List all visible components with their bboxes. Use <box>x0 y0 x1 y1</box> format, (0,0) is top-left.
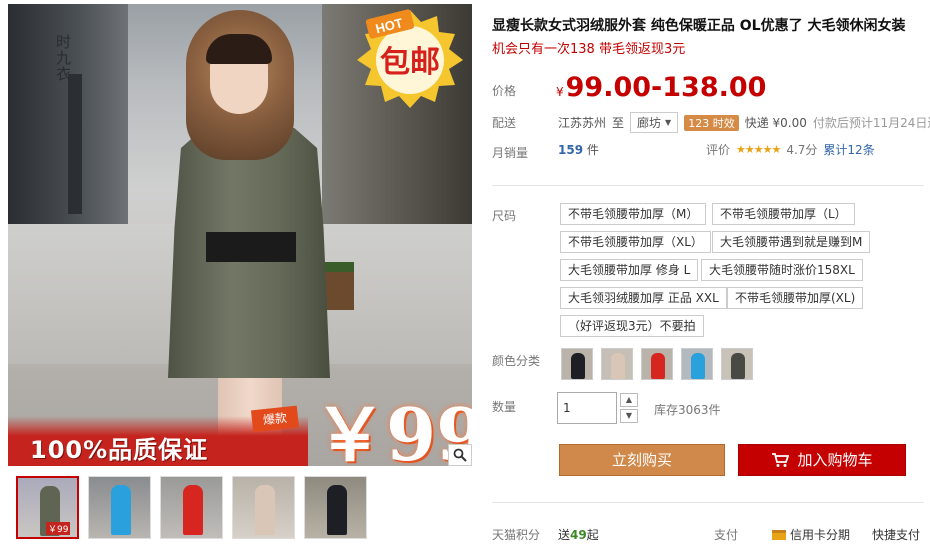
size-option[interactable]: 不带毛领腰带加厚（XL） <box>560 231 711 253</box>
price-range: ¥99.00-138.00 <box>556 72 767 103</box>
star-rating-icon: ★★★★★ <box>736 143 781 156</box>
product-title: 显瘦长款女式羽绒服外套 纯色保暖正品 OL优惠了 大毛领休闲女装 <box>492 18 906 34</box>
buy-now-button[interactable]: 立刻购买 <box>559 444 725 476</box>
price-value: 99.00-138.00 <box>565 72 767 103</box>
rating-summary: 评价 ★★★★★ 4.7分 累计12条 <box>706 141 875 158</box>
divider <box>492 185 924 186</box>
delivery-time-badge: 123 时效 <box>684 114 739 131</box>
size-option[interactable]: 不带毛领腰带加厚（M） <box>560 203 707 225</box>
stock-count: 库存3063件 <box>654 403 721 417</box>
zoom-button[interactable] <box>448 444 472 466</box>
monthly-sales-label: 月销量 <box>492 146 529 160</box>
quantity-increase-button[interactable]: ▲ <box>620 393 638 407</box>
ship-from: 江苏苏州 <box>558 116 607 130</box>
credit-installment[interactable]: 信用卡分期 <box>772 526 850 543</box>
background-pillar <box>68 74 82 214</box>
quantity-decrease-button[interactable]: ▼ <box>620 409 638 423</box>
main-product-image[interactable]: 时九衣 HOT 包邮 100%品质保证 爆款 ￥99 <box>8 4 472 466</box>
tmall-points: 送49起 <box>558 528 599 542</box>
belt <box>206 232 296 262</box>
color-swatch-red[interactable] <box>641 348 673 380</box>
thumbnail-price: ￥99 <box>46 522 71 535</box>
color-swatch-beige[interactable] <box>601 348 633 380</box>
tmall-points-label: 天猫积分 <box>492 528 541 542</box>
thumbnail-5[interactable] <box>304 476 367 539</box>
color-label: 颜色分类 <box>492 354 541 368</box>
size-option[interactable]: （好评返现3元）不要拍 <box>560 315 704 337</box>
product-promo-subtitle: 机会只有一次138 带毛领返现3元 <box>492 42 686 57</box>
delivery-eta: 付款后预计11月24日送达 <box>812 116 930 130</box>
credit-card-icon <box>772 529 786 540</box>
destination-select[interactable]: 廊坊 ▼ <box>630 112 679 133</box>
hot-free-shipping-badge: HOT 包邮 <box>357 9 463 108</box>
shipping-info: 江苏苏州 至 廊坊▼ 123 时效 快递 ¥0.00 付款后预计11月24日送达 <box>558 112 930 133</box>
quality-guarantee-text: 100%品质保证 <box>30 436 209 464</box>
size-option[interactable]: 大毛领腰带加厚 修身 L <box>560 259 699 281</box>
size-option[interactable]: 不带毛领腰带加厚(XL) <box>727 287 864 309</box>
payment-label: 支付 <box>714 528 739 542</box>
cart-icon <box>772 453 790 467</box>
thumbnail-1[interactable]: ￥99 <box>16 476 79 539</box>
monthly-sales: 159 件 <box>558 143 599 157</box>
size-label: 尺码 <box>492 209 517 223</box>
free-shipping-label: 包邮 <box>380 45 440 80</box>
thumbnail-strip: ￥99 <box>16 476 367 539</box>
color-swatch-army-green[interactable] <box>721 348 753 380</box>
rating-score: 4.7分 <box>786 143 818 157</box>
add-to-cart-button[interactable]: 加入购物车 <box>738 444 906 476</box>
size-option[interactable]: 不带毛领腰带加厚（L） <box>712 203 855 225</box>
color-swatch-blue[interactable] <box>681 348 713 380</box>
color-swatch-black[interactable] <box>561 348 593 380</box>
thumbnail-4[interactable] <box>232 476 295 539</box>
thumbnail-3[interactable] <box>160 476 223 539</box>
size-option[interactable]: 大毛领羽绒腰加厚 正品 XXL <box>560 287 727 309</box>
quantity-input[interactable]: 1 <box>557 392 617 424</box>
size-option[interactable]: 大毛领腰带随时涨价158XL <box>701 259 863 281</box>
chevron-down-icon: ▼ <box>665 118 672 127</box>
thumbnail-2[interactable] <box>88 476 151 539</box>
size-option[interactable]: 大毛领腰带遇到就是赚到M <box>712 231 871 253</box>
express-fee: 快递 ¥0.00 <box>744 116 807 130</box>
quick-pay[interactable]: 快捷支付 <box>872 526 920 543</box>
brand-logo: 时九衣 <box>56 33 72 83</box>
quantity-label: 数量 <box>492 400 517 414</box>
review-count-link[interactable]: 累计12条 <box>823 141 874 158</box>
add-to-cart-label: 加入购物车 <box>797 451 873 469</box>
shipping-label: 配送 <box>492 116 517 130</box>
model-figure <box>168 10 338 460</box>
price-label: 价格 <box>492 84 517 98</box>
divider <box>492 502 924 503</box>
magnifier-icon <box>453 448 467 462</box>
